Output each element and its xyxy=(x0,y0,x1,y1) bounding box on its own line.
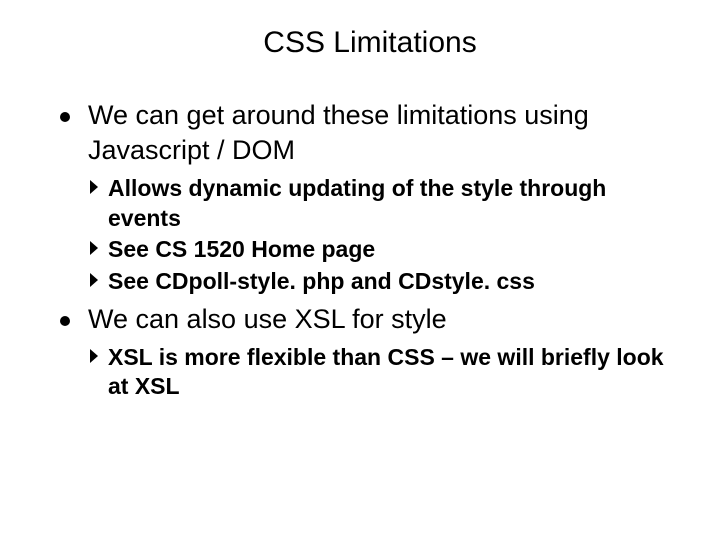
arrow-icon xyxy=(88,239,102,262)
subbullet-text: XSL is more flexible than CSS – we will … xyxy=(108,343,680,402)
subbullet-text: Allows dynamic updating of the style thr… xyxy=(108,174,680,233)
bullet-level2: See CS 1520 Home page xyxy=(88,235,680,264)
bullet-dot-icon xyxy=(60,112,70,122)
slide-title: CSS Limitations xyxy=(60,26,680,60)
bullet-level2: Allows dynamic updating of the style thr… xyxy=(88,174,680,233)
bullet-level1: We can also use XSL for style xyxy=(60,302,680,337)
arrow-icon xyxy=(88,271,102,294)
arrow-icon xyxy=(88,178,102,201)
bullet-level2: See CDpoll-style. php and CDstyle. css xyxy=(88,267,680,296)
subbullet-text: See CS 1520 Home page xyxy=(108,235,375,264)
subbullet-text: See CDpoll-style. php and CDstyle. css xyxy=(108,267,535,296)
arrow-icon xyxy=(88,347,102,370)
slide: CSS Limitations We can get around these … xyxy=(0,0,720,540)
bullet-level1: We can get around these limitations usin… xyxy=(60,98,680,168)
bullet-text: We can also use XSL for style xyxy=(88,302,447,337)
bullet-level2: XSL is more flexible than CSS – we will … xyxy=(88,343,680,402)
bullet-text: We can get around these limitations usin… xyxy=(88,98,680,168)
bullet-dot-icon xyxy=(60,316,70,326)
